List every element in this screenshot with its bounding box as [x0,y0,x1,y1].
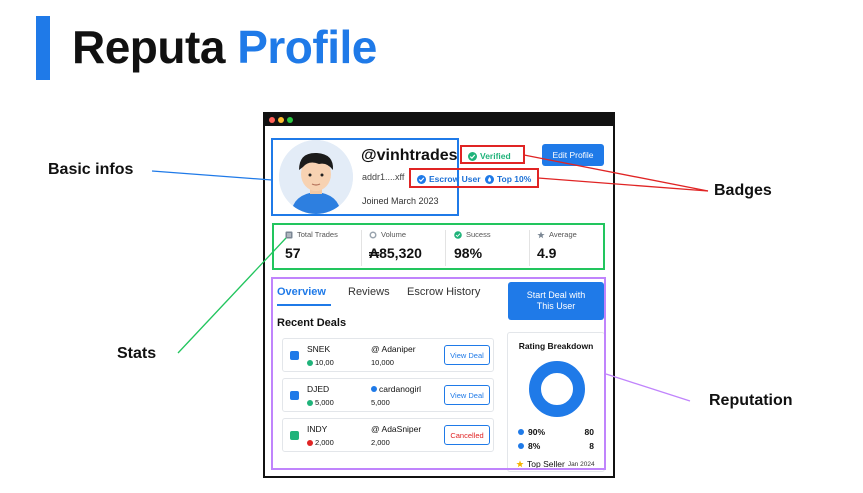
reputation-outline [271,277,606,470]
badges-outline [409,168,539,188]
edit-profile-button[interactable]: Edit Profile [542,144,604,166]
maximize-dot-icon[interactable] [287,117,293,123]
title-accent-bar [36,16,50,80]
callout-stats: Stats [117,345,157,362]
basic-infos-line [151,170,273,181]
minimize-dot-icon[interactable] [278,117,284,123]
stats-outline [272,223,605,270]
verified-badge-outline [460,145,525,164]
window-titlebar [265,114,613,126]
close-dot-icon[interactable] [269,117,275,123]
callout-badges: Badges [714,182,772,199]
title-word-1: Reputa [72,21,225,73]
callout-basic-infos: Basic infos [48,161,134,178]
page-title: Reputa Profile [72,14,377,80]
title-word-2: Profile [237,21,377,73]
reputation-line [605,373,691,402]
callout-reputation: Reputation [709,392,793,409]
